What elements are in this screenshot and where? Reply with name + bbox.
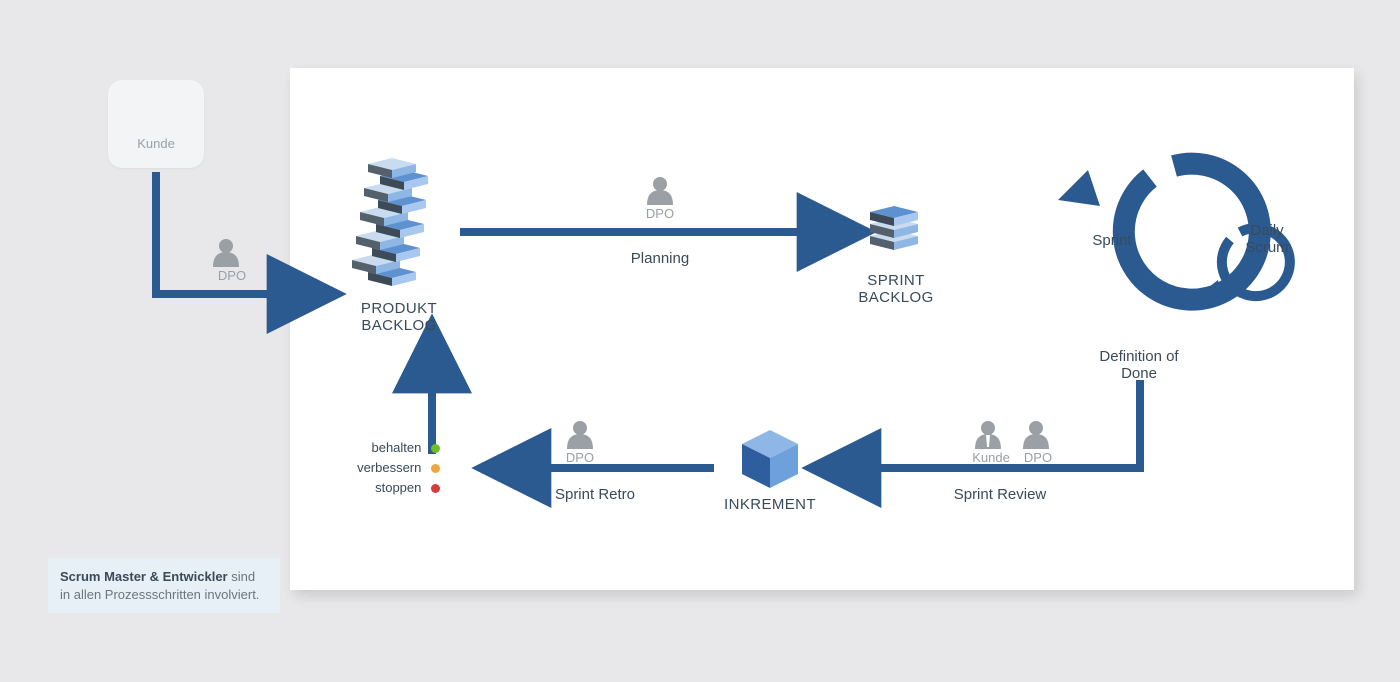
sprint-backlog-icon — [870, 206, 918, 250]
kunde-label: Kunde — [108, 136, 204, 151]
dot-red — [431, 484, 440, 493]
dpo-icon — [213, 239, 239, 267]
dpo-planning-icon — [647, 177, 673, 205]
kunde-review-label: Kunde — [968, 450, 1014, 465]
definition-of-done-label: Definition of Done — [1074, 348, 1204, 382]
dpo-retro-label: DPO — [560, 450, 600, 465]
retro-verbessern: verbessern — [350, 460, 440, 475]
dpo-retro-icon — [567, 421, 593, 449]
sprint-label: Sprint — [1072, 232, 1152, 249]
produkt-backlog-icon — [352, 158, 428, 286]
dot-orange — [431, 464, 440, 473]
footnote: Scrum Master & Entwickler sind in allen … — [48, 558, 280, 613]
kunde-review-icon — [975, 421, 1001, 449]
retro-verbessern-label: verbessern — [357, 460, 421, 475]
retro-label: Sprint Retro — [540, 486, 650, 503]
inkrement-icon — [742, 430, 798, 488]
retro-stoppen-label: stoppen — [375, 480, 421, 495]
dpo-review-label: DPO — [1018, 450, 1058, 465]
retro-behalten: behalten — [350, 440, 440, 455]
daily-scrum-label: Daily Scrum — [1232, 222, 1302, 256]
dpo-label-entry: DPO — [212, 268, 252, 283]
sprint-backlog-label: SPRINT BACKLOG — [856, 272, 936, 306]
inkrement-label: INKREMENT — [720, 496, 820, 513]
footnote-strong: Scrum Master & Entwickler — [60, 569, 228, 584]
produkt-backlog-label: PRODUKT BACKLOG — [324, 300, 474, 334]
dpo-review-icon — [1023, 421, 1049, 449]
retro-behalten-label: behalten — [371, 440, 421, 455]
dot-green — [431, 444, 440, 453]
planning-label: Planning — [610, 250, 710, 267]
kunde-card: Kunde — [108, 80, 204, 168]
review-label: Sprint Review — [930, 486, 1070, 503]
dpo-planning-label: DPO — [640, 206, 680, 221]
retro-stoppen: stoppen — [350, 480, 440, 495]
